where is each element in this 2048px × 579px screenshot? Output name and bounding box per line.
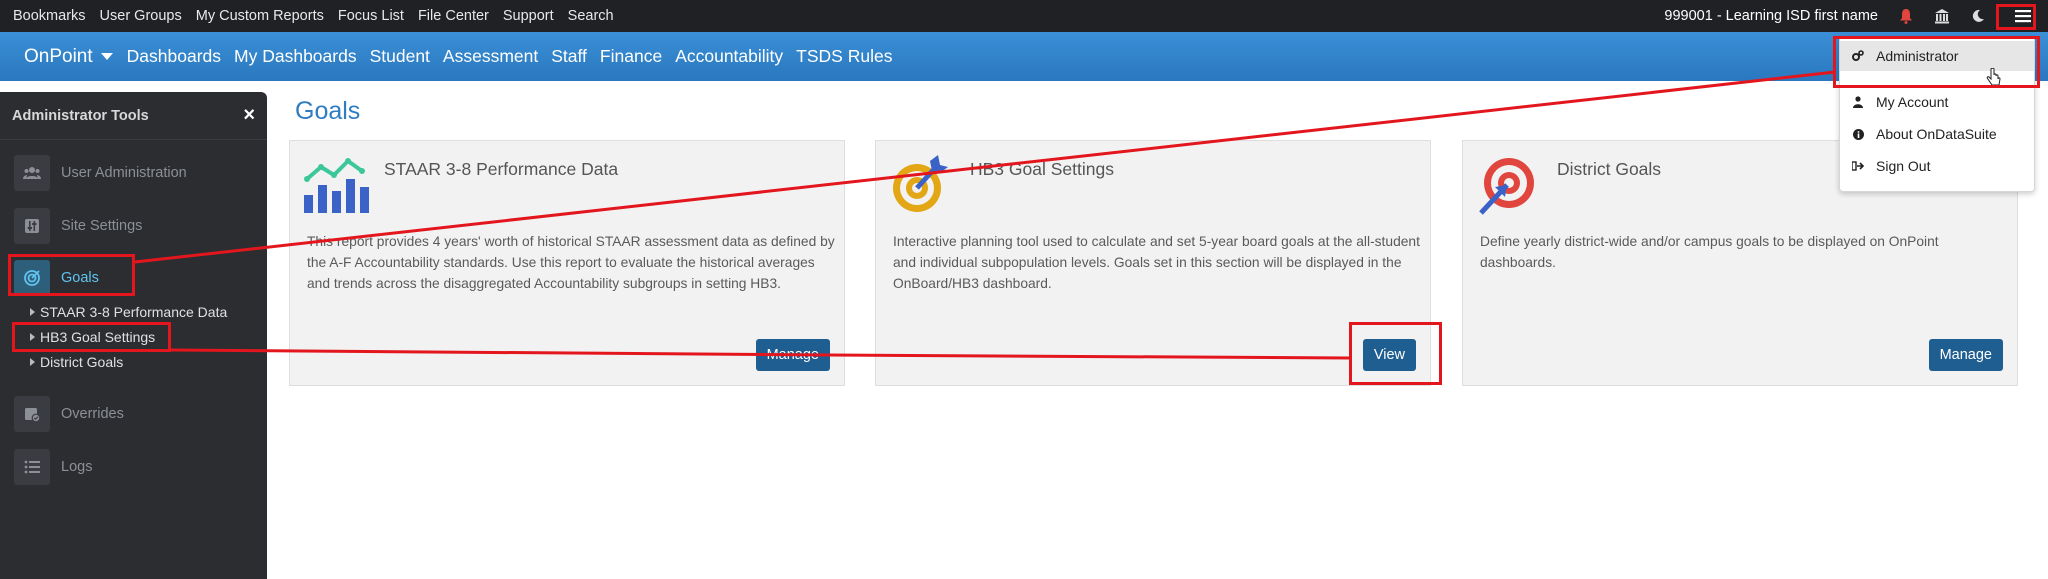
page-title: Goals	[295, 97, 361, 125]
menu-item-my-account[interactable]: My Account	[1840, 87, 2034, 117]
bar-chart-trend-icon	[304, 155, 369, 213]
caret-right-icon	[30, 308, 35, 316]
nav-finance[interactable]: Finance	[600, 46, 662, 67]
annotation-box	[1833, 36, 2040, 88]
sidebar-item-logs[interactable]: Logs	[0, 447, 267, 487]
menu-item-label: About OnDataSuite	[1876, 126, 1997, 142]
manage-button[interactable]: Manage	[1928, 339, 2003, 371]
card-title: HB3 Goal Settings	[970, 159, 1114, 179]
main-nav: OnPoint Dashboards My Dashboards Student…	[0, 32, 2048, 81]
sidebar-item-label: Logs	[61, 459, 93, 475]
annotation-box	[8, 254, 135, 296]
menu-item-sign-out[interactable]: Sign Out	[1840, 151, 2034, 181]
bullseye-icon	[1477, 155, 1535, 215]
card-title: STAAR 3-8 Performance Data	[384, 159, 619, 179]
sliders-icon	[14, 208, 50, 244]
card-title: District Goals	[1557, 159, 1662, 179]
caret-right-icon	[30, 358, 35, 366]
nav-assessment[interactable]: Assessment	[443, 46, 538, 67]
sidebar-item-label: Overrides	[61, 406, 124, 422]
sidebar-item-overrides[interactable]: Overrides	[0, 394, 267, 434]
calendar-check-icon	[14, 396, 50, 432]
utility-bar: Bookmarks User Groups My Custom Reports …	[0, 0, 2048, 32]
card-description: Interactive planning tool used to calcul…	[893, 234, 1420, 291]
sidebar-item-site-settings[interactable]: Site Settings	[0, 206, 267, 246]
brand-label: OnPoint	[24, 45, 93, 67]
utility-links: Bookmarks User Groups My Custom Reports …	[13, 8, 628, 24]
search-link[interactable]: Search	[568, 8, 614, 24]
building-icon[interactable]	[1934, 8, 1950, 24]
nav-staff[interactable]: Staff	[551, 46, 587, 67]
menu-item-label: Sign Out	[1876, 158, 1931, 174]
user-groups-link[interactable]: User Groups	[100, 8, 182, 24]
annotation-box	[1996, 4, 2036, 30]
sidebar-header: Administrator Tools ×	[0, 92, 267, 140]
users-icon	[14, 155, 50, 191]
card-description: This report provides 4 years' worth of h…	[307, 234, 835, 291]
onpoint-brand-menu[interactable]: OnPoint	[24, 46, 113, 68]
nav-dashboards[interactable]: Dashboards	[127, 46, 221, 67]
support-link[interactable]: Support	[503, 8, 554, 24]
subitem-label: STAAR 3-8 Performance Data	[40, 304, 228, 320]
district-name: 999001 - Learning ISD first name	[1664, 8, 1878, 24]
sidebar-item-label: User Administration	[61, 165, 187, 181]
sign-out-icon	[1852, 160, 1864, 172]
nav-student[interactable]: Student	[370, 46, 430, 67]
manage-button[interactable]: Manage	[755, 339, 830, 371]
sidebar-subitem-staar[interactable]: STAAR 3-8 Performance Data	[30, 304, 227, 320]
subitem-label: District Goals	[40, 354, 124, 370]
nav-my-dashboards[interactable]: My Dashboards	[234, 46, 357, 67]
focus-list-link[interactable]: Focus List	[338, 8, 404, 24]
annotation-box	[1349, 322, 1442, 385]
user-icon	[1852, 96, 1864, 108]
info-icon	[1852, 128, 1864, 140]
caret-down-icon	[100, 53, 113, 60]
bell-icon[interactable]	[1898, 8, 1914, 24]
list-icon	[14, 449, 50, 485]
target-arrow-icon	[890, 155, 948, 213]
sidebar-item-label: Site Settings	[61, 218, 143, 234]
card-hb3-goal-settings: HB3 Goal Settings Interactive planning t…	[875, 140, 1431, 386]
file-center-link[interactable]: File Center	[418, 8, 489, 24]
card-staar-performance: STAAR 3-8 Performance Data This report p…	[289, 140, 845, 386]
my-custom-reports-link[interactable]: My Custom Reports	[196, 8, 324, 24]
sidebar-item-user-administration[interactable]: User Administration	[0, 153, 267, 193]
menu-item-label: My Account	[1876, 94, 1949, 110]
bookmarks-link[interactable]: Bookmarks	[13, 8, 86, 24]
nav-tsds-rules[interactable]: TSDS Rules	[796, 46, 892, 67]
card-description: Define yearly district-wide and/or campu…	[1480, 234, 1939, 270]
close-icon[interactable]: ×	[243, 104, 255, 127]
sidebar-title: Administrator Tools	[12, 107, 149, 124]
nav-accountability[interactable]: Accountability	[675, 46, 783, 67]
moon-icon[interactable]	[1970, 8, 1986, 24]
sidebar-subitem-district-goals[interactable]: District Goals	[30, 354, 123, 370]
menu-item-about[interactable]: About OnDataSuite	[1840, 119, 2034, 149]
annotation-box	[12, 322, 171, 352]
